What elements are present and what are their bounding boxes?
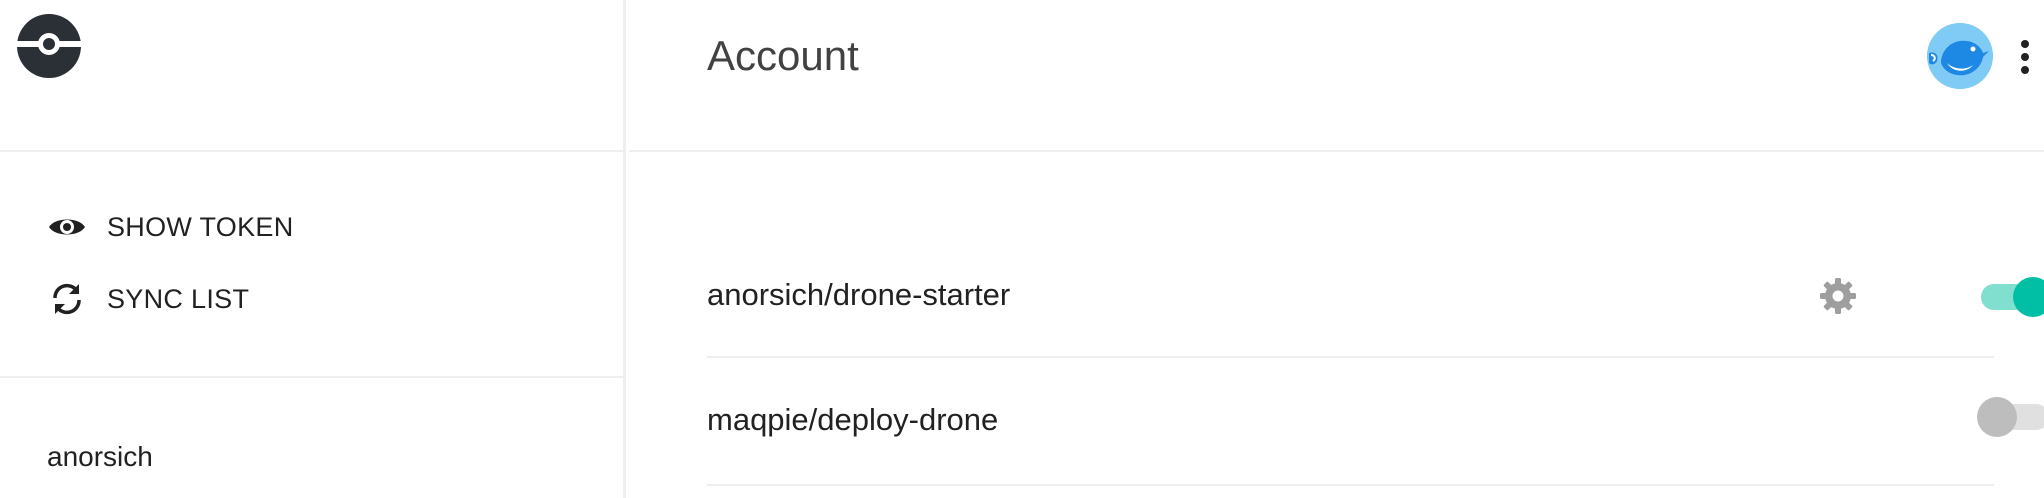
show-token-button[interactable]: SHOW TOKEN — [0, 209, 623, 245]
gear-icon[interactable] — [1818, 276, 1858, 316]
sync-list-button[interactable]: SYNC LIST — [0, 281, 623, 317]
toggle-knob — [1977, 397, 2017, 437]
repo-active-toggle[interactable] — [1977, 277, 2044, 317]
repo-list: anorsich/drone-starter maqpie/deploy-dro… — [707, 232, 2044, 486]
sync-icon — [47, 281, 87, 317]
show-token-label: SHOW TOKEN — [107, 211, 294, 242]
app: SHOW TOKEN SYNC LIST anorsich Account an… — [0, 0, 2044, 498]
page-title: Account — [707, 32, 859, 79]
bird-avatar-icon — [1927, 23, 1993, 89]
repo-row: anorsich/drone-starter — [707, 232, 2044, 358]
user-avatar[interactable] — [1927, 23, 1993, 89]
eye-icon — [47, 209, 87, 245]
sidebar-header — [0, 0, 623, 152]
sync-list-label: SYNC LIST — [107, 283, 250, 314]
toggle-knob — [2013, 277, 2044, 317]
account-section: anorsich — [0, 378, 623, 473]
repo-name[interactable]: anorsich/drone-starter — [707, 277, 1010, 313]
sidebar-actions: SHOW TOKEN SYNC LIST — [0, 152, 623, 378]
main-header: Account — [629, 0, 2044, 152]
repo-active-toggle[interactable] — [1977, 397, 2044, 437]
main-content: Account anorsich/drone-starter maqpie/de… — [629, 0, 2044, 498]
repo-name[interactable]: maqpie/deploy-drone — [707, 402, 998, 438]
sidebar: SHOW TOKEN SYNC LIST anorsich — [0, 0, 626, 498]
account-name[interactable]: anorsich — [47, 441, 623, 473]
repo-row: maqpie/deploy-drone — [707, 358, 2044, 486]
drone-logo-icon[interactable] — [16, 13, 82, 79]
kebab-menu-icon[interactable] — [2015, 40, 2035, 76]
